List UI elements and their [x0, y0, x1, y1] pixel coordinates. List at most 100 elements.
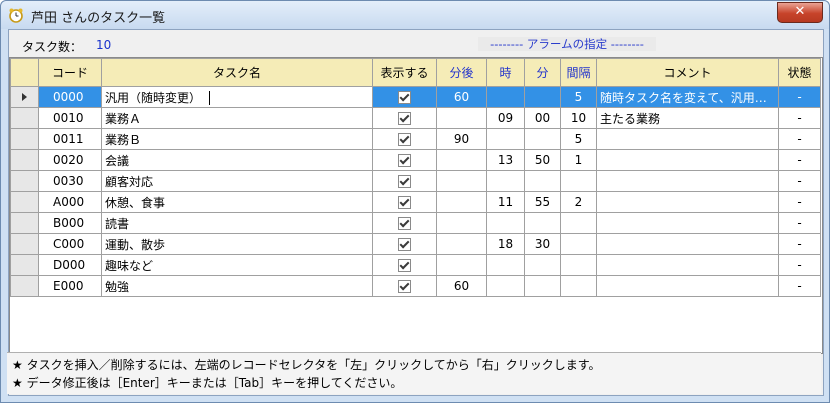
cell-minutes-after[interactable] [436, 254, 487, 276]
header-interval[interactable]: 間隔 [560, 58, 597, 87]
table-row[interactable]: E000 勉強 60 - [10, 275, 821, 297]
cell-interval[interactable]: 1 [560, 149, 597, 171]
cell-code[interactable]: C000 [38, 233, 102, 255]
checkbox-checked-icon[interactable] [398, 133, 411, 146]
table-row[interactable]: D000 趣味など - [10, 254, 821, 276]
cell-minute[interactable] [524, 254, 561, 276]
cell-task-name[interactable]: 読書 [101, 212, 373, 234]
checkbox-checked-icon[interactable] [398, 91, 411, 104]
cell-display-checkbox[interactable] [372, 149, 437, 171]
cell-comment[interactable] [596, 254, 779, 276]
cell-display-checkbox[interactable] [372, 191, 437, 213]
cell-interval[interactable] [560, 170, 597, 192]
cell-code[interactable]: 0030 [38, 170, 102, 192]
cell-comment[interactable] [596, 170, 779, 192]
cell-status[interactable]: - [778, 254, 821, 276]
cell-status[interactable]: - [778, 191, 821, 213]
cell-display-checkbox[interactable] [372, 212, 437, 234]
cell-status[interactable]: - [778, 233, 821, 255]
cell-minutes-after[interactable]: 60 [436, 275, 487, 297]
record-selector[interactable] [10, 233, 39, 255]
checkbox-checked-icon[interactable] [398, 217, 411, 230]
cell-code[interactable]: 0000 [38, 86, 102, 108]
cell-hour[interactable]: 09 [486, 107, 525, 129]
header-status[interactable]: 状態 [778, 58, 821, 87]
record-selector[interactable] [10, 275, 39, 297]
table-row[interactable]: 0011 業務Ｂ 90 5 - [10, 128, 821, 150]
record-selector[interactable] [10, 254, 39, 276]
cell-interval[interactable]: 10 [560, 107, 597, 129]
cell-minute[interactable]: 30 [524, 233, 561, 255]
cell-minute[interactable] [524, 128, 561, 150]
cell-interval[interactable]: 5 [560, 86, 597, 108]
cell-comment[interactable]: 主たる業務 [596, 107, 779, 129]
close-button[interactable]: ✕ [777, 2, 823, 23]
checkbox-checked-icon[interactable] [398, 259, 411, 272]
table-row[interactable]: 0020 会議 13 50 1 - [10, 149, 821, 171]
checkbox-checked-icon[interactable] [398, 112, 411, 125]
header-task-name[interactable]: タスク名 [101, 58, 373, 87]
cell-display-checkbox[interactable] [372, 86, 437, 108]
record-selector[interactable] [10, 149, 39, 171]
record-selector[interactable] [10, 170, 39, 192]
checkbox-checked-icon[interactable] [398, 280, 411, 293]
table-row[interactable]: 0010 業務Ａ 09 00 10 主たる業務 - [10, 107, 821, 129]
cell-hour[interactable] [486, 275, 525, 297]
cell-code[interactable]: 0010 [38, 107, 102, 129]
cell-code[interactable]: A000 [38, 191, 102, 213]
table-row[interactable]: B000 読書 - [10, 212, 821, 234]
checkbox-checked-icon[interactable] [398, 175, 411, 188]
cell-minute[interactable]: 50 [524, 149, 561, 171]
cell-status[interactable]: - [778, 149, 821, 171]
cell-interval[interactable] [560, 212, 597, 234]
table-row[interactable]: 0000 汎用（随時変更） 60 5 随時タスク名を変えて、汎用… - [10, 86, 821, 108]
table-row[interactable]: C000 運動、散歩 18 30 - [10, 233, 821, 255]
header-code[interactable]: コード [38, 58, 102, 87]
cell-comment[interactable] [596, 212, 779, 234]
cell-minute[interactable] [524, 170, 561, 192]
cell-hour[interactable] [486, 212, 525, 234]
header-minute[interactable]: 分 [524, 58, 561, 87]
record-selector[interactable] [10, 128, 39, 150]
cell-interval[interactable] [560, 254, 597, 276]
cell-interval[interactable]: 2 [560, 191, 597, 213]
cell-comment[interactable] [596, 149, 779, 171]
header-comment[interactable]: コメント [596, 58, 779, 87]
table-row[interactable]: 0030 顧客対応 - [10, 170, 821, 192]
cell-minute[interactable]: 55 [524, 191, 561, 213]
cell-hour[interactable] [486, 128, 525, 150]
cell-hour[interactable] [486, 254, 525, 276]
cell-task-name[interactable]: 業務Ａ [101, 107, 373, 129]
cell-comment[interactable] [596, 275, 779, 297]
cell-minutes-after[interactable] [436, 149, 487, 171]
cell-code[interactable]: E000 [38, 275, 102, 297]
table-row[interactable]: A000 休憩、食事 11 55 2 - [10, 191, 821, 213]
record-selector[interactable] [10, 86, 39, 108]
cell-task-name[interactable]: 業務Ｂ [101, 128, 373, 150]
cell-minutes-after[interactable]: 60 [436, 86, 487, 108]
cell-minutes-after[interactable] [436, 170, 487, 192]
cell-display-checkbox[interactable] [372, 254, 437, 276]
cell-status[interactable]: - [778, 212, 821, 234]
cell-comment[interactable] [596, 233, 779, 255]
cell-comment[interactable] [596, 191, 779, 213]
cell-status[interactable]: - [778, 86, 821, 108]
cell-task-name[interactable]: 休憩、食事 [101, 191, 373, 213]
cell-hour[interactable]: 18 [486, 233, 525, 255]
header-hour[interactable]: 時 [486, 58, 525, 87]
cell-hour[interactable]: 13 [486, 149, 525, 171]
cell-display-checkbox[interactable] [372, 107, 437, 129]
header-display[interactable]: 表示する [372, 58, 437, 87]
cell-hour[interactable] [486, 170, 525, 192]
cell-display-checkbox[interactable] [372, 233, 437, 255]
cell-minutes-after[interactable] [436, 191, 487, 213]
cell-minutes-after[interactable] [436, 212, 487, 234]
cell-minutes-after[interactable]: 90 [436, 128, 487, 150]
cell-interval[interactable]: 5 [560, 128, 597, 150]
cell-task-name[interactable]: 運動、散歩 [101, 233, 373, 255]
cell-task-name[interactable]: 勉強 [101, 275, 373, 297]
cell-code[interactable]: 0011 [38, 128, 102, 150]
cell-interval[interactable] [560, 233, 597, 255]
cell-minute[interactable] [524, 86, 561, 108]
cell-status[interactable]: - [778, 275, 821, 297]
